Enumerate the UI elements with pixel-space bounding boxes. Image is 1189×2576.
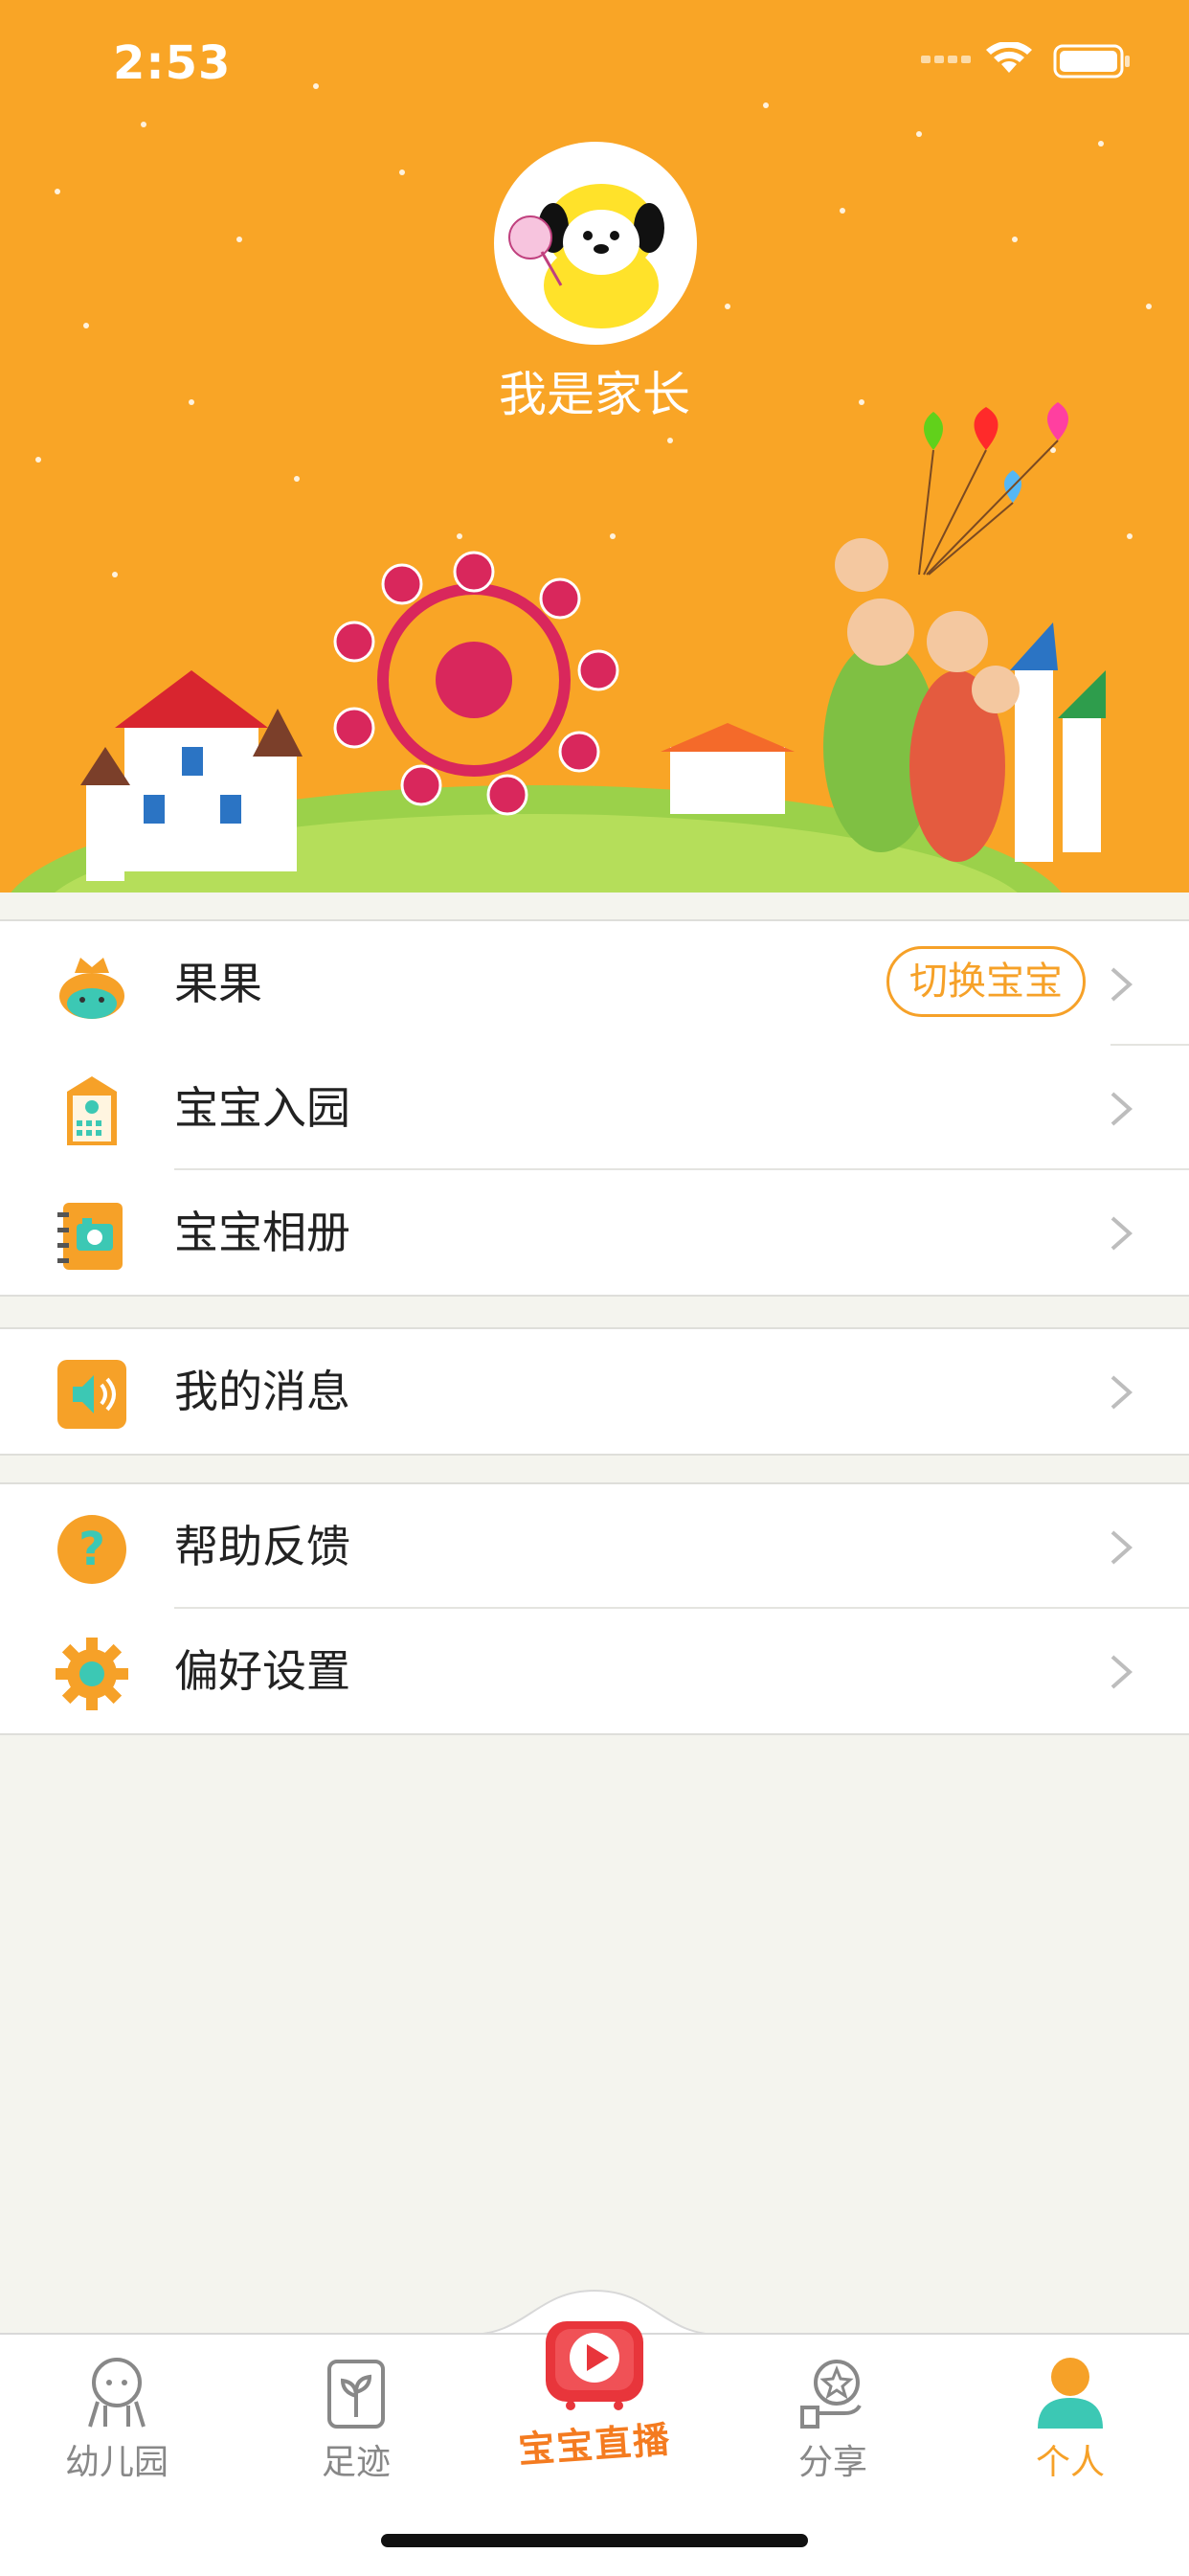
tab-live-label: 宝宝直播 [516,2418,673,2472]
gear-icon [56,1638,128,1710]
tab-share-label: 分享 [797,2443,867,2482]
status-time: 2:53 [113,36,232,90]
svg-text:?: ? [79,1523,105,1576]
tab-live[interactable]: 宝宝直播 [508,2316,681,2472]
home-indicator [381,2534,808,2547]
help-question-icon: ? [57,1515,126,1584]
wifi-icon [986,40,1032,73]
chevron-right-icon [1110,1530,1133,1565]
username: 我是家长 [499,367,690,422]
battery-icon [1053,44,1130,79]
avatar-character-icon [508,184,664,328]
album-label: 宝宝相册 [174,1207,350,1258]
kindergarten-building-icon [67,1076,117,1145]
menu-group-messages: 我的消息 [0,1327,1189,1456]
menu-row-messages[interactable]: 我的消息 [0,1329,1189,1454]
profile-header: 2:53 我是家长 [0,0,1189,893]
tab-personal[interactable]: 个人 [994,2354,1147,2484]
chevron-right-icon [1110,967,1133,1002]
play-video-icon [546,2321,643,2410]
menu-row-settings[interactable]: 偏好设置 [0,1609,1189,1733]
header-illustration [11,83,1152,893]
photo-album-icon [57,1203,123,1270]
menu-row-album[interactable]: 宝宝相册 [0,1170,1189,1295]
menu-row-child[interactable]: 果果 切换宝宝 [0,921,1189,1046]
chevron-right-icon [1110,1655,1133,1689]
sprout-tab-icon [327,2360,385,2429]
settings-label: 偏好设置 [174,1645,350,1697]
tab-share[interactable]: 分享 [756,2354,909,2484]
tab-personal-label: 个人 [1035,2443,1105,2482]
help-label: 帮助反馈 [174,1521,350,1572]
speaker-icon [57,1360,126,1429]
chevron-right-icon [1110,1216,1133,1251]
avatar[interactable] [494,142,697,345]
status-icons [921,40,1132,84]
messages-label: 我的消息 [174,1366,350,1417]
kindergarten-tab-icon [88,2358,146,2428]
chevron-right-icon [1110,1375,1133,1410]
tab-kindergarten[interactable]: 幼儿园 [40,2354,193,2484]
share-star-icon [800,2360,862,2429]
baby-crown-icon [59,958,124,1019]
tab-footprint-label: 足迹 [321,2443,391,2482]
menu-group-child: 果果 切换宝宝 宝宝入园 宝宝相册 [0,919,1189,1297]
tab-footprint[interactable]: 足迹 [280,2354,433,2484]
enroll-label: 宝宝入园 [174,1082,350,1134]
switch-baby-button[interactable]: 切换宝宝 [886,946,1086,1017]
menu-group-settings: ? 帮助反馈 偏好设置 [0,1482,1189,1735]
tab-kindergarten-label: 幼儿园 [64,2443,168,2482]
chevron-right-icon [1110,1092,1133,1126]
menu-row-enroll[interactable]: 宝宝入园 [0,1046,1189,1170]
signal-icon [921,56,971,63]
person-tab-icon [1038,2358,1103,2429]
menu-row-help[interactable]: ? 帮助反馈 [0,1484,1189,1609]
child-name: 果果 [174,958,262,1009]
